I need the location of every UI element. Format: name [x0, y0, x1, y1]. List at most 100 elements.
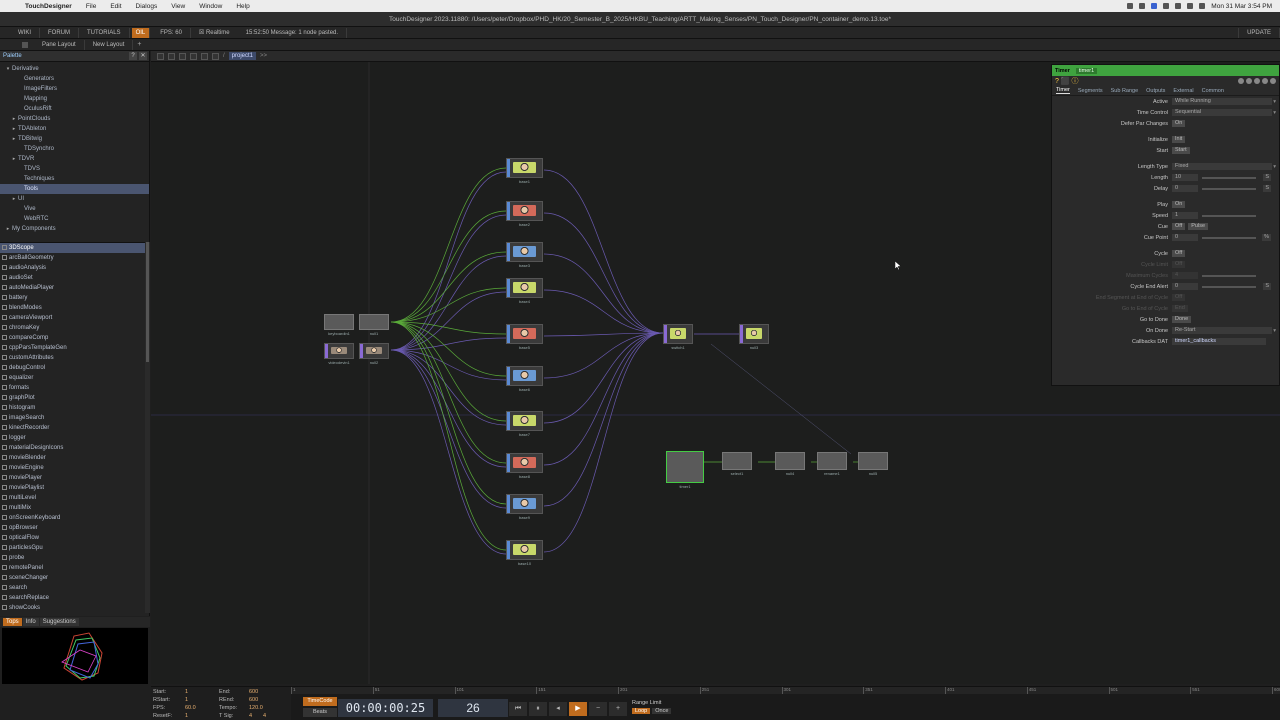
- dropdown-icon[interactable]: ▾: [1273, 164, 1276, 170]
- link-icon[interactable]: [212, 52, 219, 60]
- param-unit[interactable]: S: [1263, 174, 1271, 181]
- plus-icon[interactable]: [1262, 78, 1268, 84]
- beats-toggle[interactable]: Beats: [303, 708, 337, 717]
- base-comp-node[interactable]: base5: [506, 324, 543, 350]
- globe-icon[interactable]: [1254, 78, 1260, 84]
- palette-component[interactable]: multiMix: [0, 503, 145, 513]
- timecode-display[interactable]: 00:00:00:25: [338, 699, 433, 717]
- pane-layout-button[interactable]: Pane Layout: [34, 39, 85, 50]
- palette-folder[interactable]: Mapping: [0, 94, 149, 104]
- expand-arrow-icon[interactable]: ▸: [10, 134, 18, 144]
- switch-node[interactable]: switch1: [663, 324, 693, 350]
- palette-component[interactable]: movieEngine: [0, 463, 145, 473]
- palette-folder[interactable]: ▸ UI: [0, 194, 149, 204]
- up-icon[interactable]: [179, 52, 186, 60]
- palette-component[interactable]: autoMediaPlayer: [0, 283, 145, 293]
- expand-arrow-icon[interactable]: ▾: [4, 64, 12, 74]
- palette-component[interactable]: equalizer: [0, 373, 145, 383]
- palette-component[interactable]: arcBallGeometry: [0, 253, 145, 263]
- palette-folder[interactable]: TDSynchro: [0, 144, 149, 154]
- param-slider[interactable]: [1202, 176, 1256, 179]
- null-top-node[interactable]: null2: [359, 343, 389, 365]
- menu-dialogs[interactable]: Dialogs: [129, 3, 165, 10]
- palette-component[interactable]: formats: [0, 383, 145, 393]
- palette-scrollbar[interactable]: [145, 242, 150, 613]
- palette-component[interactable]: searchReplace: [0, 593, 145, 603]
- help-icon[interactable]: ? ⬛ ⓘ: [1055, 76, 1079, 86]
- param-slider[interactable]: [1202, 187, 1256, 190]
- palette-folder[interactable]: ▸ TDAbleton: [0, 124, 149, 134]
- palette-folder[interactable]: TDVS: [0, 164, 149, 174]
- palette-component[interactable]: probe: [0, 553, 145, 563]
- add-layout-icon[interactable]: +: [133, 41, 145, 48]
- breadcrumb-project[interactable]: project1: [228, 52, 257, 60]
- palette-component[interactable]: opBrowser: [0, 523, 145, 533]
- loop-toggle[interactable]: Loop: [632, 708, 651, 714]
- op-name[interactable]: timer1: [1075, 67, 1098, 74]
- expand-arrow-icon[interactable]: ▸: [10, 124, 18, 134]
- step-plus-button[interactable]: +: [609, 702, 627, 716]
- param-button[interactable]: End: [1172, 305, 1188, 312]
- step-minus-button[interactable]: −: [589, 702, 607, 716]
- app-status-icon[interactable]: [1139, 3, 1146, 9]
- palette-component[interactable]: particlesGpu: [0, 543, 145, 553]
- palette-component[interactable]: compareComp: [0, 333, 145, 343]
- help-icon[interactable]: ?: [129, 52, 137, 60]
- palette-component[interactable]: cppParsTemplateGen: [0, 343, 145, 353]
- gear-icon[interactable]: [1246, 78, 1252, 84]
- param-menu[interactable]: Re-Start: [1172, 327, 1272, 334]
- param-tab[interactable]: Outputs: [1146, 88, 1165, 94]
- dropdown-icon[interactable]: ▾: [1273, 110, 1276, 116]
- palette-folder[interactable]: ▾ Derivative: [0, 64, 149, 74]
- palette-component[interactable]: 3DScope: [0, 243, 145, 253]
- rewind-button[interactable]: ⏮: [509, 702, 527, 716]
- base-comp-node[interactable]: base1: [506, 158, 543, 184]
- palette-component[interactable]: materialDesignIcons: [0, 443, 145, 453]
- expand-arrow-icon[interactable]: ▸: [4, 224, 12, 234]
- scrollbar-thumb[interactable]: [146, 242, 149, 362]
- menu-app[interactable]: TouchDesigner: [18, 3, 79, 10]
- param-slider[interactable]: [1202, 285, 1256, 288]
- param-number[interactable]: 1: [1172, 212, 1198, 219]
- param-dat-field[interactable]: timer1_callbacks: [1172, 338, 1266, 345]
- palette-component[interactable]: multiLevel: [0, 493, 145, 503]
- tsig-b-value[interactable]: 4: [263, 713, 266, 719]
- chop-chain-node[interactable]: null5: [858, 452, 888, 476]
- param-tab[interactable]: Timer: [1056, 87, 1070, 94]
- palette-component[interactable]: audioSet: [0, 273, 145, 283]
- param-number[interactable]: 0: [1172, 283, 1198, 290]
- param-tab[interactable]: External: [1173, 88, 1193, 94]
- dropdown-icon[interactable]: ▾: [1273, 328, 1276, 334]
- settings-icon[interactable]: [1270, 78, 1276, 84]
- palette-component[interactable]: onScreenKeyboard: [0, 513, 145, 523]
- palette-component[interactable]: histogram: [0, 403, 145, 413]
- param-slider[interactable]: [1202, 214, 1256, 217]
- expand-arrow-icon[interactable]: ▸: [10, 154, 18, 164]
- play-button[interactable]: ▶: [569, 702, 587, 716]
- forum-button[interactable]: FORUM: [40, 27, 79, 38]
- start-value[interactable]: 1: [185, 689, 188, 695]
- palette-component[interactable]: chromaKey: [0, 323, 145, 333]
- param-tab[interactable]: Common: [1202, 88, 1224, 94]
- palette-component[interactable]: imageSearch: [0, 413, 145, 423]
- chop-chain-node[interactable]: rename1: [817, 452, 847, 476]
- palette-component[interactable]: battery: [0, 293, 145, 303]
- param-toggle[interactable]: Off: [1172, 250, 1186, 257]
- new-layout-button[interactable]: New Layout: [85, 39, 134, 50]
- palette-component[interactable]: sceneChanger: [0, 573, 145, 583]
- palette-folder[interactable]: Techniques: [0, 174, 149, 184]
- param-toggle[interactable]: Off: [1172, 261, 1186, 268]
- chop-chain-node[interactable]: null4: [775, 452, 805, 476]
- rstart-value[interactable]: 1: [185, 697, 188, 703]
- palette-folder[interactable]: OculusRift: [0, 104, 149, 114]
- rend-value[interactable]: 600: [249, 697, 258, 703]
- tab-info[interactable]: Info: [22, 618, 39, 626]
- param-button[interactable]: Done: [1172, 316, 1192, 323]
- tutorials-button[interactable]: TUTORIALS: [79, 27, 130, 38]
- param-slider[interactable]: [1202, 274, 1256, 277]
- out-null-node[interactable]: null3: [739, 324, 769, 350]
- base-comp-node[interactable]: base4: [506, 278, 543, 304]
- palette-folder[interactable]: Generators: [0, 74, 149, 84]
- screen-share-icon[interactable]: [1151, 3, 1158, 9]
- palette-component[interactable]: customAttributes: [0, 353, 145, 363]
